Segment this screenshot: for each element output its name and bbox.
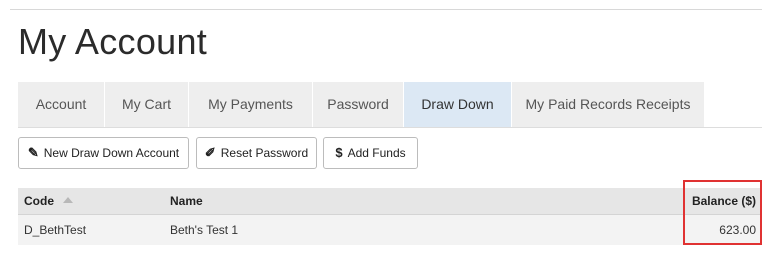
tab-password[interactable]: Password (313, 82, 403, 127)
tab-bar: Account My Cart My Payments Password Dra… (18, 82, 762, 128)
pencil-icon: ✎ (27, 145, 39, 160)
sort-ascending-icon (63, 196, 73, 203)
column-header-code[interactable]: Code (24, 188, 73, 214)
draw-down-accounts-table: Code Name Balance ($) D_BethTest Beth's … (18, 188, 762, 245)
tab-draw-down[interactable]: Draw Down (404, 82, 511, 127)
add-funds-label: Add Funds (347, 146, 406, 160)
cell-name: Beth's Test 1 (170, 223, 239, 237)
edit-icon: ✐ (204, 145, 216, 160)
new-draw-down-account-button[interactable]: ✎ New Draw Down Account (18, 137, 189, 169)
tab-my-payments[interactable]: My Payments (189, 82, 312, 127)
reset-password-button[interactable]: ✐ Reset Password (196, 137, 317, 169)
top-divider (10, 9, 762, 10)
add-funds-button[interactable]: $ Add Funds (323, 137, 418, 169)
reset-password-label: Reset Password (220, 146, 309, 160)
cell-code: D_BethTest (24, 223, 87, 237)
page-title: My Account (18, 21, 208, 62)
tab-my-cart[interactable]: My Cart (105, 82, 188, 127)
tab-account[interactable]: Account (18, 82, 104, 127)
column-header-balance[interactable]: Balance ($) (692, 188, 756, 214)
column-header-name[interactable]: Name (170, 188, 203, 214)
column-header-code-label: Code (24, 194, 54, 208)
dollar-icon: $ (335, 145, 343, 160)
table-header-row: Code Name Balance ($) (18, 188, 762, 215)
table-row[interactable]: D_BethTest Beth's Test 1 623.00 (18, 215, 762, 245)
new-draw-down-account-label: New Draw Down Account (43, 146, 180, 160)
tab-my-paid-records-receipts[interactable]: My Paid Records Receipts (512, 82, 704, 127)
cell-balance: 623.00 (719, 223, 756, 237)
